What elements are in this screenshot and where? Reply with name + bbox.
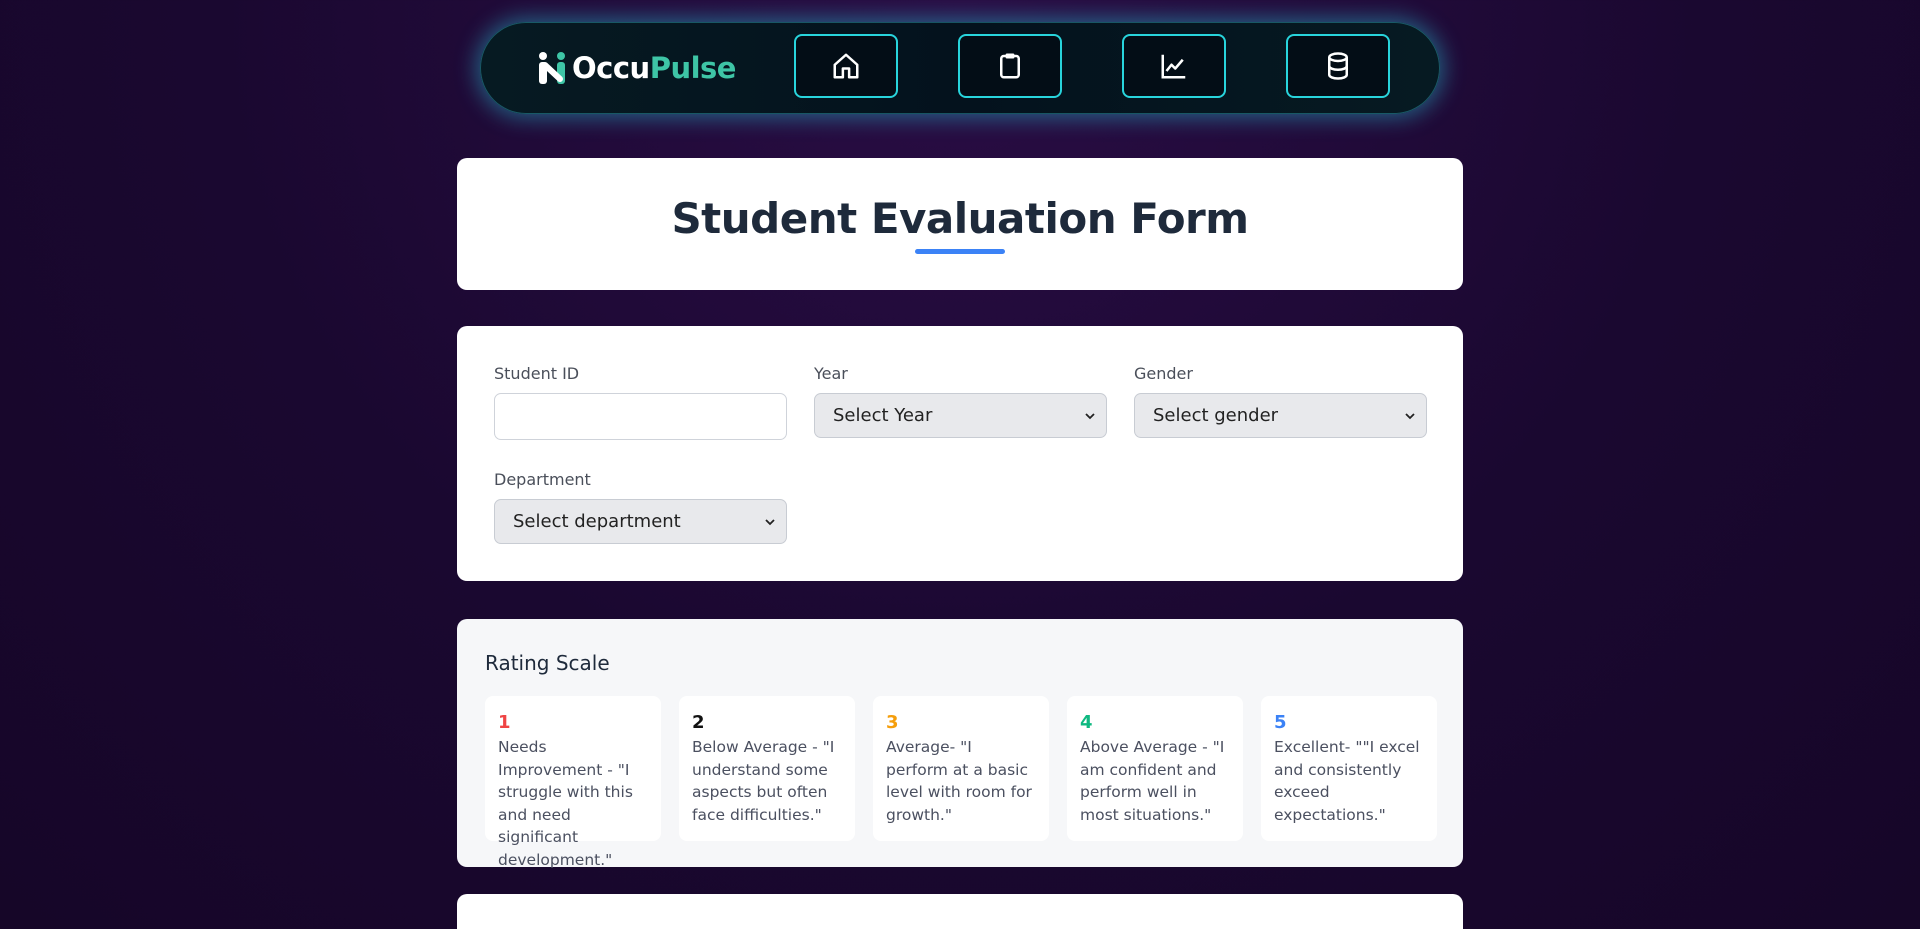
chevron-down-icon [1085,412,1095,419]
year-field: Year Select Year [814,364,1107,438]
rating-scale-item: 4 Above Average - "I am confident and pe… [1067,696,1243,841]
chevron-down-icon [1405,412,1415,419]
rating-scale-title: Rating Scale [485,651,610,675]
student-id-label: Student ID [494,364,580,383]
brand-name-part1: Occu [572,51,650,85]
department-label: Department [494,470,591,489]
home-icon [833,53,859,79]
department-field: Department Select department [494,470,787,544]
brand-logo[interactable]: OccuPulse [536,48,736,88]
year-select-value: Select Year [833,405,933,426]
clipboard-icon [1000,53,1020,79]
rating-scale-item: 5 Excellent- ""I excel and consistently … [1261,696,1437,841]
rating-description: Average- "I perform at a basic level wit… [886,738,1032,824]
nav-home-button[interactable] [794,34,898,98]
rating-number: 2 [692,712,705,733]
nav-database-button[interactable] [1286,34,1390,98]
department-select-value: Select department [513,511,681,532]
year-label: Year [814,364,848,383]
title-underline [915,249,1005,254]
chevron-down-icon [765,518,775,525]
next-section-card [457,894,1463,929]
department-select[interactable]: Select department [494,499,787,544]
gender-select[interactable]: Select gender [1134,393,1427,438]
gender-select-value: Select gender [1153,405,1279,426]
rating-scale-card: Rating Scale 1 Needs Improvement - "I st… [457,619,1463,869]
student-id-input[interactable] [494,393,787,440]
rating-scale-item: 2 Below Average - "I understand some asp… [679,696,855,841]
brand-name: OccuPulse [572,51,736,85]
rating-description: Excellent- ""I excel and consistently ex… [1274,738,1420,824]
student-id-field: Student ID [494,364,787,440]
rating-number: 4 [1080,712,1093,733]
brand-logo-icon [536,51,568,85]
brand-name-part2: Pulse [649,51,737,85]
rating-scale-item: 3 Average- "I perform at a basic level w… [873,696,1049,841]
year-select[interactable]: Select Year [814,393,1107,438]
gender-field: Gender Select gender [1134,364,1427,438]
rating-number: 3 [886,712,899,733]
title-card: Student Evaluation Form [457,158,1463,290]
nav-analytics-button[interactable] [1122,34,1226,98]
page-title: Student Evaluation Form [671,194,1249,243]
top-navbar: OccuPulse [480,22,1440,114]
student-info-card: Student ID Year Select Year Gender Selec… [457,326,1463,581]
rating-scale-item: 1 Needs Improvement - "I struggle with t… [485,696,661,869]
database-icon [1328,52,1348,80]
gender-label: Gender [1134,364,1193,383]
chart-line-icon [1161,54,1186,79]
rating-description: Below Average - "I understand some aspec… [692,738,835,824]
rating-description: Needs Improvement - "I struggle with thi… [498,738,633,869]
rating-description: Above Average - "I am confident and perf… [1080,738,1225,824]
rating-number: 1 [498,712,511,733]
nav-form-button[interactable] [958,34,1062,98]
rating-number: 5 [1274,712,1287,733]
